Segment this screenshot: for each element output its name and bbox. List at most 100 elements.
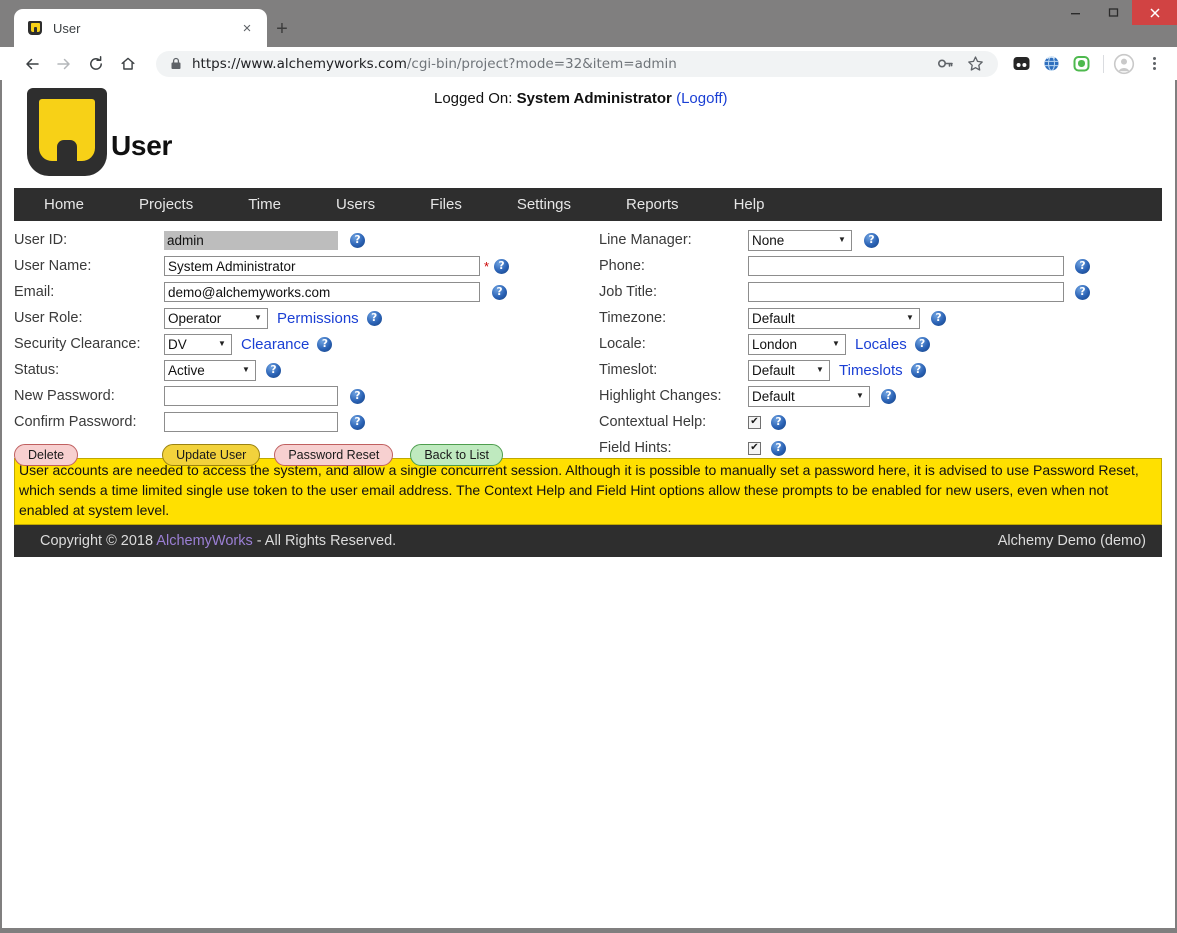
user-role-value: Operator xyxy=(168,310,222,326)
new-password-help-icon[interactable]: ? xyxy=(350,388,365,404)
back-icon[interactable] xyxy=(16,50,48,78)
phone-field[interactable] xyxy=(748,256,1064,276)
status-select[interactable]: Active ▼ xyxy=(164,359,256,381)
user-name-help-icon[interactable]: ? xyxy=(494,258,510,274)
minimize-button[interactable] xyxy=(1056,0,1094,25)
line-manager-help-icon[interactable]: ? xyxy=(864,232,879,248)
nav-item-settings[interactable]: Settings xyxy=(501,196,587,213)
permissions-link[interactable]: Permissions xyxy=(277,310,359,327)
timeslot-select[interactable]: Default ▼ xyxy=(748,359,830,381)
confirm-password-field[interactable] xyxy=(164,412,338,432)
timeslots-link[interactable]: Timeslots xyxy=(839,362,903,379)
job-title-field[interactable] xyxy=(748,282,1064,302)
nav-item-files[interactable]: Files xyxy=(414,196,478,213)
user-role-select[interactable]: Operator ▼ xyxy=(164,307,268,329)
copyright-suffix: - All Rights Reserved. xyxy=(256,532,397,549)
field-user-id: User ID: ? xyxy=(14,227,509,253)
status-value: Active xyxy=(168,362,205,378)
logged-on-username: System Administrator xyxy=(516,90,672,107)
field-hints-checkbox[interactable]: ✔ xyxy=(748,441,761,455)
contextual-help-help-icon[interactable]: ? xyxy=(771,414,786,430)
home-icon[interactable] xyxy=(112,50,144,78)
logoff-link[interactable]: (Logoff) xyxy=(676,90,727,107)
logged-on-status: Logged On: System Administrator (Logoff) xyxy=(434,90,728,107)
back-to-list-button[interactable]: Back to List xyxy=(410,444,503,466)
line-manager-select[interactable]: None ▼ xyxy=(748,229,852,251)
field-user-role: User Role: Operator ▼ Permissions ? xyxy=(14,305,509,331)
timeslot-help-icon[interactable]: ? xyxy=(910,362,926,378)
new-password-field[interactable] xyxy=(164,386,338,406)
contextual-help-checkbox[interactable]: ✔ xyxy=(748,415,761,429)
email-label: Email: xyxy=(14,284,55,300)
nav-item-home[interactable]: Home xyxy=(28,196,100,213)
nav-item-reports[interactable]: Reports xyxy=(610,196,695,213)
three-dot-menu-icon[interactable] xyxy=(1141,49,1167,79)
locale-select[interactable]: London ▼ xyxy=(748,333,846,355)
user-role-help-icon[interactable]: ? xyxy=(366,310,382,326)
highlight-changes-value: Default xyxy=(752,388,795,404)
globe-icon[interactable] xyxy=(1036,51,1066,77)
window-controls xyxy=(1056,0,1177,25)
user-id-field xyxy=(164,230,338,250)
alchemy-logo-icon xyxy=(27,20,43,36)
user-name-field[interactable] xyxy=(164,256,480,276)
password-reset-button[interactable]: Password Reset xyxy=(274,444,394,466)
phone-label: Phone: xyxy=(599,258,645,274)
extension-dark-icon[interactable] xyxy=(1006,51,1036,77)
form-button-row: Delete Update User Password Reset Back t… xyxy=(14,440,509,470)
locale-label: Locale: xyxy=(599,336,646,352)
close-icon[interactable]: × xyxy=(235,16,259,40)
security-clearance-select[interactable]: DV ▼ xyxy=(164,333,232,355)
update-user-button[interactable]: Update User xyxy=(162,444,261,466)
security-clearance-help-icon[interactable]: ? xyxy=(317,336,333,352)
timezone-select[interactable]: Default ▼ xyxy=(748,307,920,329)
security-clearance-label: Security Clearance: xyxy=(14,336,141,352)
field-new-password: New Password: ? xyxy=(14,383,509,409)
highlight-changes-select[interactable]: Default ▼ xyxy=(748,385,870,407)
address-bar[interactable]: https://www.alchemyworks.com/cgi-bin/pro… xyxy=(156,50,998,77)
window-close-button[interactable] xyxy=(1132,0,1177,25)
user-id-label: User ID: xyxy=(14,232,68,248)
key-icon[interactable] xyxy=(930,51,960,77)
user-id-help-icon[interactable]: ? xyxy=(350,232,365,248)
delete-button[interactable]: Delete xyxy=(14,444,79,466)
job-title-help-icon[interactable]: ? xyxy=(1075,284,1090,300)
clearance-link[interactable]: Clearance xyxy=(241,336,309,353)
locales-link[interactable]: Locales xyxy=(855,336,907,353)
chevron-down-icon: ▼ xyxy=(832,339,840,348)
new-password-label: New Password: xyxy=(14,388,115,404)
locale-help-icon[interactable]: ? xyxy=(914,336,930,352)
chevron-down-icon: ▼ xyxy=(816,365,824,374)
avatar-icon[interactable] xyxy=(1109,49,1139,79)
alchemyworks-link[interactable]: AlchemyWorks xyxy=(156,533,252,549)
web-page: User Logged On: System Administrator (Lo… xyxy=(14,80,1162,557)
field-security-clearance: Security Clearance: DV ▼ Clearance ? xyxy=(14,331,509,357)
timezone-value: Default xyxy=(752,310,795,326)
email-field[interactable] xyxy=(164,282,480,302)
locale-value: London xyxy=(752,336,798,352)
email-help-icon[interactable]: ? xyxy=(492,284,507,300)
maximize-button[interactable] xyxy=(1094,0,1132,25)
nav-item-users[interactable]: Users xyxy=(320,196,391,213)
star-icon[interactable] xyxy=(960,51,990,77)
browser-tab[interactable]: User × xyxy=(14,9,267,47)
new-tab-button[interactable]: + xyxy=(268,15,296,43)
nav-item-help[interactable]: Help xyxy=(718,196,781,213)
chevron-down-icon: ▼ xyxy=(838,235,846,244)
extension-icons xyxy=(1006,51,1096,77)
browser-titlebar: User × + xyxy=(0,0,1177,47)
phone-help-icon[interactable]: ? xyxy=(1075,258,1090,274)
reload-icon[interactable] xyxy=(80,50,112,78)
field-hints-help-icon[interactable]: ? xyxy=(771,440,786,456)
timezone-help-icon[interactable]: ? xyxy=(931,310,946,326)
user-form-left-column: User ID: ? User Name: * ? Email: ? xyxy=(14,227,510,470)
status-help-icon[interactable]: ? xyxy=(266,362,281,378)
nav-item-projects[interactable]: Projects xyxy=(123,196,209,213)
page-header: User Logged On: System Administrator (Lo… xyxy=(14,80,1162,188)
field-field-hints: Field Hints: ✔ ? xyxy=(599,435,1090,461)
highlight-changes-help-icon[interactable]: ? xyxy=(881,388,896,404)
nav-item-time[interactable]: Time xyxy=(232,196,297,213)
confirm-password-help-icon[interactable]: ? xyxy=(350,414,365,430)
shield-green-icon[interactable] xyxy=(1066,51,1096,77)
field-job-title: Job Title: ? xyxy=(599,279,1090,305)
